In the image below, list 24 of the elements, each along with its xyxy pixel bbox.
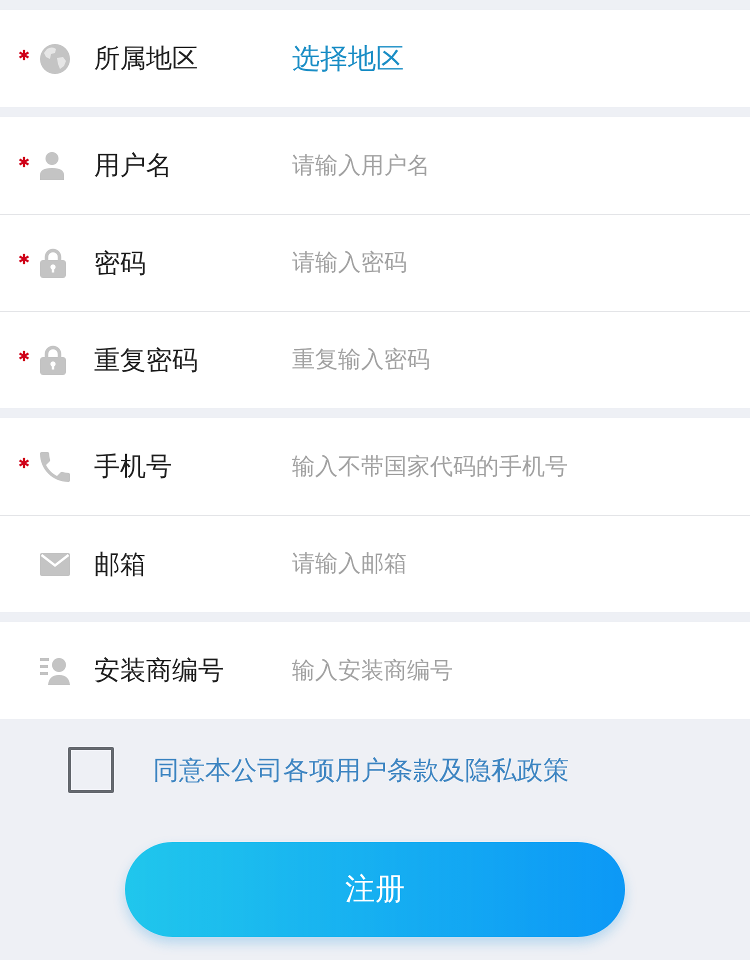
region-select[interactable]: 选择地区 xyxy=(292,40,404,78)
checkbox[interactable] xyxy=(68,747,114,793)
field-label: 重复密码 xyxy=(94,344,199,378)
phone-icon xyxy=(40,452,70,482)
lock-icon xyxy=(40,345,66,375)
register-button[interactable]: 注册 xyxy=(125,842,625,937)
input-field[interactable]: 输入不带国家代码的手机号 xyxy=(292,446,730,486)
input-field[interactable]: 请输入用户名 xyxy=(292,146,730,186)
person-with-lines-icon xyxy=(40,656,70,684)
field-label: 所属地区 xyxy=(94,43,199,76)
field-label: 手机号 xyxy=(94,451,173,484)
field-label: 安装商编号 xyxy=(94,655,225,688)
field-label: 密码 xyxy=(94,248,147,280)
input-field[interactable]: 请输入密码 xyxy=(292,243,730,283)
mail-icon xyxy=(40,552,70,576)
input-field[interactable]: 重复输入密码 xyxy=(292,340,730,380)
globe-icon xyxy=(40,44,70,74)
user-icon xyxy=(40,152,64,180)
terms-link[interactable]: 同意本公司各项用户条款及隐私政策 xyxy=(153,752,569,788)
field-label: 用户名 xyxy=(94,150,173,183)
field-label: 邮箱 xyxy=(94,548,147,582)
lock-icon xyxy=(40,248,66,278)
input-field[interactable]: 输入安装商编号 xyxy=(292,650,730,690)
input-field[interactable]: 请输入邮箱 xyxy=(292,544,730,584)
